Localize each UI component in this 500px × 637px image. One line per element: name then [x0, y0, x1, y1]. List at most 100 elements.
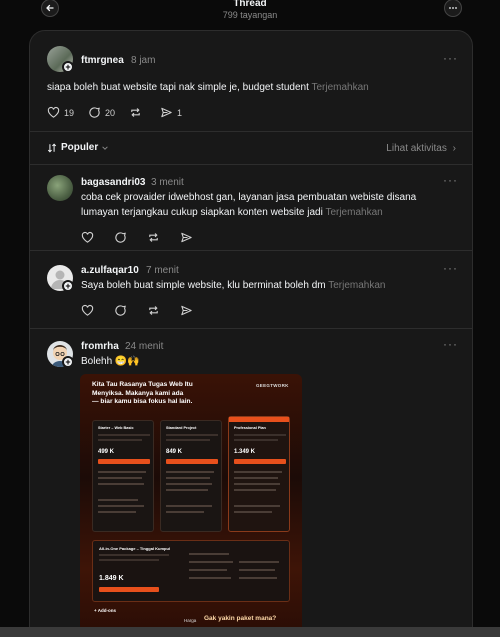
comment-button[interactable]: 20 [88, 106, 115, 119]
package-desc-line [99, 559, 159, 561]
share-count: 1 [177, 107, 183, 118]
repost-icon [149, 233, 158, 242]
view-activity-link[interactable]: Lihat aktivitas › [386, 143, 456, 154]
heart-icon [81, 304, 94, 316]
package-feature-line [239, 561, 279, 563]
follow-plus-icon[interactable]: + [62, 280, 74, 292]
reply-username[interactable]: bagasandri03 [81, 177, 145, 188]
reply-text-line: Bolehh 😁🙌 [81, 356, 140, 367]
plan-feature-line [98, 483, 144, 485]
comment-icon [115, 232, 126, 243]
post-username[interactable]: ftmrgnea [81, 55, 124, 66]
sort-label: Populer [61, 142, 99, 153]
plan-card: Standard Project 849 K [160, 420, 222, 532]
plan-feature-line [166, 505, 212, 507]
like-button[interactable]: 19 [47, 106, 74, 119]
plus-icon: + [94, 608, 97, 613]
plan-desc-line [234, 434, 286, 436]
chevron-right-icon: › [452, 143, 456, 154]
plan-feature-line [98, 505, 144, 507]
plan-select-button[interactable] [166, 459, 218, 464]
reply-username[interactable]: a.zulfaqar10 [81, 265, 139, 276]
reply-username[interactable]: fromrha [81, 341, 119, 352]
reply-more-icon[interactable]: ··· [443, 173, 458, 187]
plan-feature-line [234, 489, 276, 491]
translate-link[interactable]: Terjemahkan [311, 82, 368, 93]
package-feature-line [189, 561, 233, 563]
heart-icon [47, 106, 60, 118]
plan-feature-line [166, 477, 210, 479]
reply-text-body: Saya boleh buat simple website, klu berm… [81, 280, 326, 291]
repost-button[interactable] [147, 304, 164, 317]
avatar[interactable] [47, 175, 73, 201]
horizontal-scrollbar[interactable] [0, 627, 500, 637]
comment-count: 20 [105, 107, 116, 118]
plan-feature-line [234, 511, 272, 513]
repost-button[interactable] [129, 106, 146, 119]
view-count: 799 tayangan [222, 10, 278, 20]
promo-image[interactable]: Kita Tau Rasanya Tugas Web Itu Menyiksa.… [80, 374, 302, 634]
reply-text-body: lumayan terjangkau cukup siapkan konten … [81, 207, 323, 218]
promo-headline-line: Kita Tau Rasanya Tugas Web Itu [92, 381, 193, 388]
thread-panel: + ftmrgnea 8 jam ··· siapa boleh buat we… [29, 30, 473, 637]
scrollbar-thumb[interactable] [0, 627, 500, 637]
follow-plus-icon[interactable]: + [62, 356, 74, 368]
plan-feature-line [234, 477, 278, 479]
reply-time: 7 menit [146, 265, 179, 276]
reply-more-icon[interactable]: ··· [443, 337, 458, 351]
translate-link[interactable]: Terjemahkan [328, 280, 385, 291]
repost-icon [149, 306, 158, 315]
share-button[interactable]: 1 [160, 106, 182, 119]
like-count: 19 [64, 107, 75, 118]
promo-headline-line: — biar kamu bisa fokus hal lain. [92, 398, 193, 405]
package-select-button[interactable] [99, 587, 159, 592]
send-icon [181, 232, 192, 243]
share-button[interactable] [180, 304, 197, 317]
plan-feature-line [166, 489, 208, 491]
plan-desc-line [166, 434, 218, 436]
comment-button[interactable] [114, 231, 131, 244]
package-feature-line [189, 569, 227, 571]
package-desc-line [99, 554, 169, 556]
heart-icon [81, 231, 94, 243]
share-button[interactable] [180, 231, 197, 244]
plan-feature-line [98, 499, 138, 501]
reply-actions [81, 304, 211, 317]
chevron-down-icon [102, 145, 108, 150]
recommended-ribbon [229, 417, 289, 422]
reply-actions [81, 231, 211, 244]
plan-desc-line [234, 439, 278, 441]
plan-select-button[interactable] [98, 459, 150, 464]
translate-link[interactable]: Terjemahkan [325, 207, 382, 218]
like-button[interactable] [81, 304, 98, 317]
reply-text-line: lumayan terjangkau cukup siapkan konten … [81, 205, 383, 221]
plan-select-button[interactable] [234, 459, 286, 464]
promo-headline-line: Menyiksa. Makanya kami ada [92, 389, 184, 397]
more-icon [449, 7, 457, 9]
send-icon [161, 107, 172, 118]
plan-price: 849 K [166, 449, 183, 455]
plan-price: 499 K [98, 449, 115, 455]
cta-text: Gak yakin paket mana? [204, 615, 277, 622]
plan-feature-line [234, 471, 282, 473]
post-time: 8 jam [131, 55, 156, 66]
plan-feature-line [98, 477, 142, 479]
post-text: siapa boleh buat website tapi nak simple… [47, 80, 369, 96]
follow-plus-icon[interactable]: + [62, 61, 74, 73]
plan-desc-line [98, 434, 150, 436]
comment-icon [115, 305, 126, 316]
package-feature-line [239, 569, 275, 571]
comment-button[interactable] [114, 304, 131, 317]
plan-desc-line [98, 439, 142, 441]
post-more-icon[interactable]: ··· [443, 51, 458, 65]
plan-feature-line [166, 483, 212, 485]
package-feature-line [189, 553, 229, 555]
like-button[interactable] [81, 231, 98, 244]
plan-name: Professional Plan [234, 426, 266, 430]
reply-more-icon[interactable]: ··· [443, 261, 458, 275]
plan-desc-line [166, 439, 210, 441]
plan-feature-line [98, 471, 146, 473]
repost-button[interactable] [147, 231, 164, 244]
post-actions: 19 20 1 [47, 106, 196, 119]
sort-dropdown[interactable]: Populer [47, 142, 109, 153]
